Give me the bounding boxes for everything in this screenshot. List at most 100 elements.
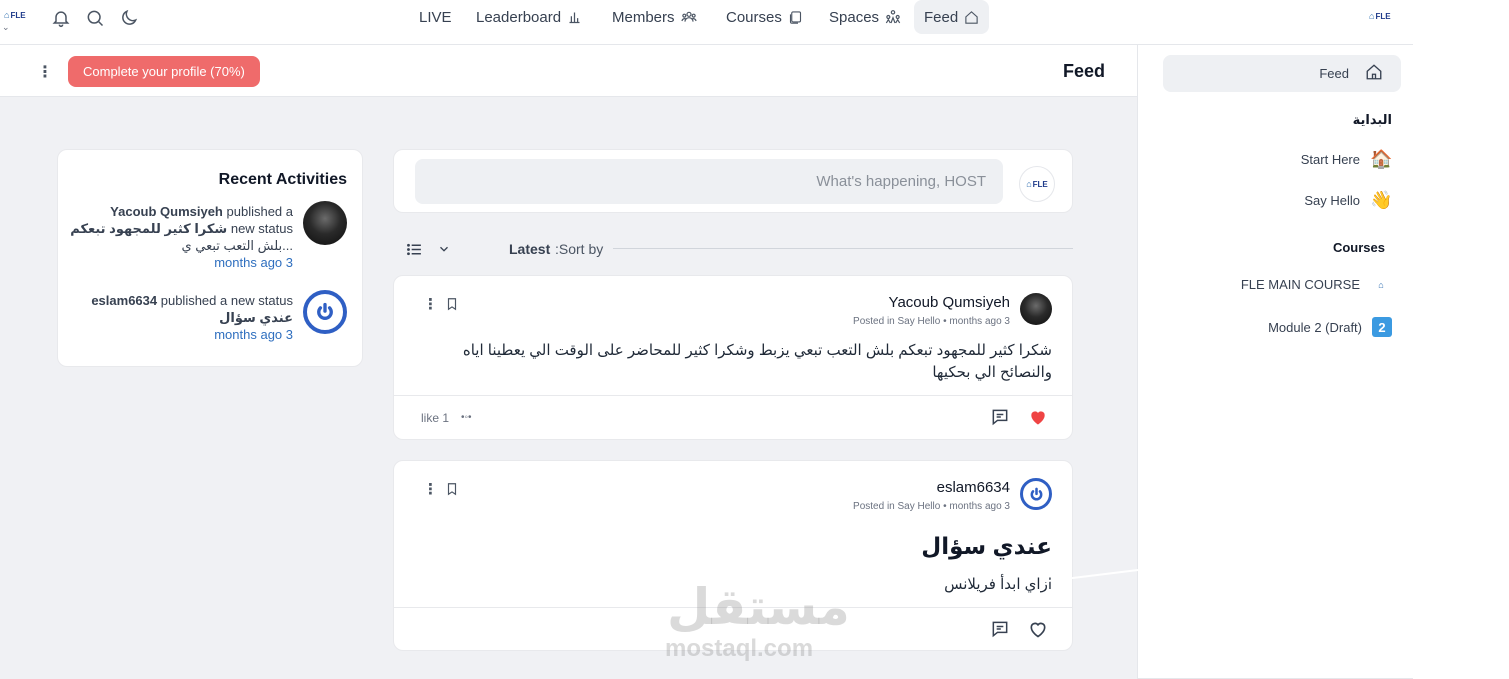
nav-spaces[interactable]: Spaces [819,0,911,34]
heart-filled-icon[interactable] [1028,407,1048,427]
nav-leaderboard-label: Leaderboard [476,8,562,26]
home-icon [1365,63,1383,81]
activity-time[interactable]: months ago 3 [63,254,293,271]
heart-icon[interactable] [1028,619,1048,639]
more-vertical-icon[interactable]: ⋮ [37,62,53,82]
avatar[interactable] [303,201,347,245]
number-2-icon: 2 [1372,317,1392,337]
sidebar-item-label: Say Hello [1304,193,1360,208]
post-author[interactable]: eslam6634 [937,479,1010,496]
activity-item[interactable]: Yacoub Qumsiyeh published a شكرا كثير لل… [63,203,293,271]
sidebar-item-label: Feed [1319,66,1349,81]
comment-icon[interactable] [990,407,1010,427]
post-space-link[interactable]: Say Hello [898,316,941,327]
sidebar-item-fle-main-course[interactable]: FLE MAIN COURSE ⌂ [1241,277,1392,292]
reactions-icon[interactable]: •◦• [461,412,472,423]
home-icon [965,10,978,24]
bookmark-icon[interactable] [445,482,459,496]
post-meta: Posted in Say Hello • months ago 3 [853,316,1010,327]
nav-courses[interactable]: Courses [716,0,813,34]
nav-feed[interactable]: Feed [914,0,990,34]
comment-icon[interactable] [990,619,1010,639]
search-icon[interactable] [85,8,105,28]
users-icon [680,11,697,22]
courses-icon [789,10,801,24]
posted-in-label: Posted in [853,501,895,512]
power-logo-icon [1030,487,1042,500]
decorative-line [1040,569,1139,583]
post-time[interactable]: months ago 3 [949,316,1010,327]
avatar[interactable] [1020,293,1052,325]
nav-leaderboard[interactable]: Leaderboard [466,0,592,34]
composer-placeholder: What's happening, HOST [816,173,986,190]
bell-icon[interactable] [51,8,71,28]
nav-members[interactable]: Members [602,0,707,34]
activity-time[interactable]: months ago 3 [63,326,293,343]
avatar[interactable] [1020,478,1052,510]
sidebar-section-title: Courses [1332,240,1385,255]
post-body: شكرا كثير للمجهود تبعكم بلش التعب تبعي ي… [412,340,1052,384]
brand-logo[interactable]: ⌂ FLE [4,10,26,20]
bar-chart-icon [569,12,580,23]
sidebar-item-start-here[interactable]: Start Here 🏠 [1300,149,1393,170]
house-emoji-icon: 🏠 [1370,149,1393,169]
activity-text2: بلش التعب تبعي ي... [181,238,293,253]
spaces-icon [885,10,901,24]
post-card: ⋮ Yacoub Qumsiyeh Posted in Say Hello • … [393,275,1073,440]
avatar[interactable]: ⌂ FLE [1019,166,1055,202]
brand-text-right: FLE [1375,11,1391,21]
sidebar-item-feed[interactable]: Feed [1163,55,1401,92]
recent-activities-card: Recent Activities Yacoub Qumsiyeh publis… [57,149,363,367]
sidebar-item-label: Module 2 (Draft) [1268,319,1362,335]
activity-action2: new status [230,221,293,236]
activity-user[interactable]: eslam6634 [91,293,157,308]
sidebar-item-say-hello[interactable]: Say Hello 👋 [1304,190,1392,211]
sidebar-item-module-2[interactable]: Module 2 (Draft) 2 [1268,317,1392,337]
post-body: ازاي ابدأ فريلانس [944,576,1052,593]
complete-profile-button[interactable]: Complete your profile (70%) [68,56,260,87]
nav-spaces-label: Spaces [829,8,880,26]
activity-text: عندي سؤال [219,310,293,325]
fle-logo-icon: ⌂ [1378,279,1384,290]
right-sidebar: Feed البداية Start Here 🏠 Say Hello 👋 Co… [1138,45,1413,679]
likes-count[interactable]: like 1 [421,411,449,425]
watermark-latin: mostaql.com [665,635,814,662]
activity-action: published a [226,204,294,219]
posted-in-label: Posted in [853,316,895,327]
activity-item[interactable]: eslam6634 published a new status عندي سؤ… [63,292,293,343]
sort-label: :Sort by [555,241,604,257]
list-view-icon[interactable] [406,241,423,258]
brand-logo-right[interactable]: ⌂ FLE [1369,11,1391,21]
composer-input[interactable]: What's happening, HOST [415,159,1003,204]
sort-value[interactable]: Latest [509,241,550,257]
post-title: عندي سؤال [921,533,1052,559]
avatar[interactable] [303,290,347,334]
activity-user[interactable]: Yacoub Qumsiyeh [110,204,223,219]
bookmark-icon[interactable] [445,297,459,311]
brand-text: FLE [10,10,26,20]
post-space-link[interactable]: Say Hello [898,501,941,512]
nav-live-label: LIVE [419,8,452,26]
wave-emoji-icon: 👋 [1370,190,1393,210]
sidebar-item-label: Start Here [1300,152,1360,167]
top-navbar: ⌂ FLE ⌄ LIVE Leaderboard Members Courses … [0,0,1413,45]
post-body-line: شكرا كثير للمجهود تبعكم بلش التعب تبعي ي… [462,342,1052,359]
post-time[interactable]: months ago 3 [949,501,1010,512]
watermark-arabic: مستقل [667,579,850,635]
divider [613,248,1073,249]
more-vertical-icon[interactable]: ⋮ [423,480,438,498]
activity-action: published a new status [160,293,293,308]
post-meta: Posted in Say Hello • months ago 3 [853,501,1010,512]
chevron-down-icon[interactable] [437,242,451,256]
post-author[interactable]: Yacoub Qumsiyeh [889,294,1010,311]
more-vertical-icon[interactable]: ⋮ [423,295,438,313]
sidebar-section-title: البداية [1352,112,1392,127]
brand-chevron-icon[interactable]: ⌄ [2,22,10,33]
page-title: Feed [1062,61,1105,81]
post-body-line: والنصائح الي بحكيها [932,364,1052,381]
composer-brand: FLE [1032,179,1048,189]
nav-courses-label: Courses [726,8,782,26]
nav-members-label: Members [612,8,675,26]
moon-icon[interactable] [119,8,139,28]
nav-live[interactable]: LIVE [409,0,462,34]
